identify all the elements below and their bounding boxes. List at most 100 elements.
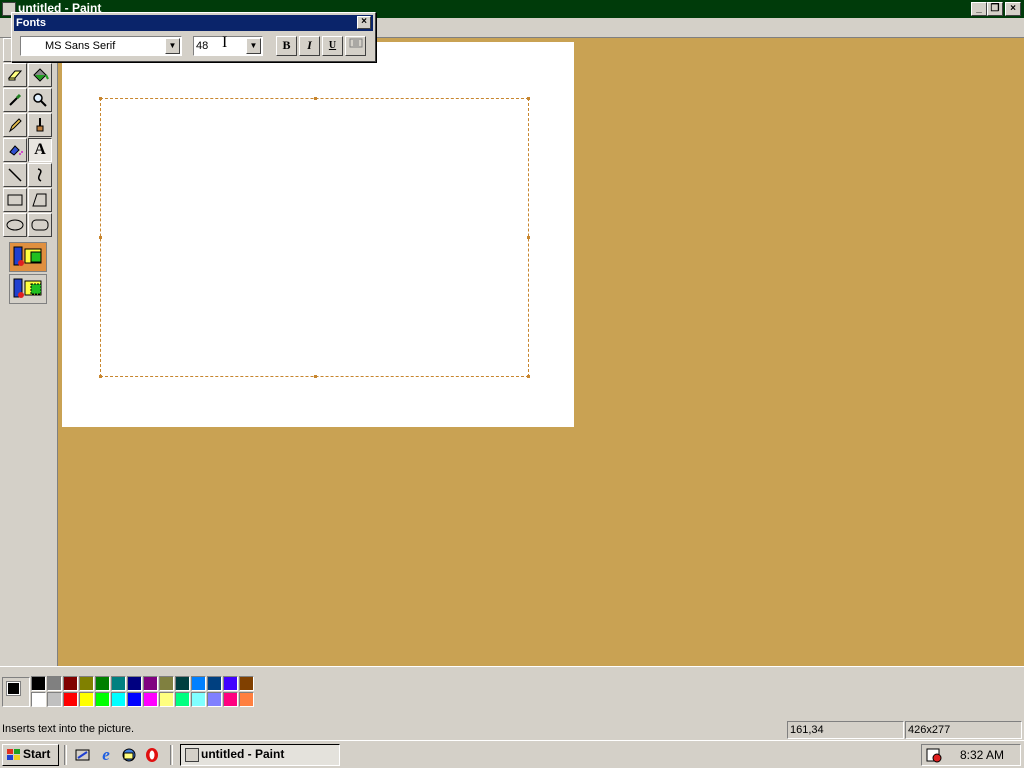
brush-icon bbox=[36, 118, 44, 132]
color-swatch[interactable] bbox=[207, 692, 222, 707]
tool-magnifier[interactable] bbox=[28, 88, 52, 112]
color-swatch[interactable] bbox=[191, 692, 206, 707]
chevron-down-icon: ▼ bbox=[168, 41, 177, 50]
color-swatch[interactable] bbox=[95, 676, 110, 691]
tool-polygon[interactable] bbox=[28, 188, 52, 212]
color-swatch[interactable] bbox=[143, 692, 158, 707]
font-name-dropdown-button[interactable]: ▼ bbox=[165, 38, 180, 54]
color-swatch[interactable] bbox=[143, 676, 158, 691]
curve-icon bbox=[37, 168, 42, 182]
fill-bucket-icon bbox=[33, 68, 49, 82]
start-button[interactable]: Start bbox=[2, 744, 59, 766]
airbrush-icon bbox=[9, 145, 23, 156]
minimize-button[interactable]: _ bbox=[971, 2, 987, 16]
color-swatch[interactable] bbox=[111, 692, 126, 707]
color-swatch[interactable] bbox=[31, 692, 46, 707]
italic-button[interactable]: I bbox=[299, 36, 320, 56]
resize-handle[interactable] bbox=[99, 236, 102, 239]
color-swatch[interactable] bbox=[31, 676, 46, 691]
close-button[interactable]: × bbox=[1005, 2, 1021, 16]
system-tray: 8:32 AM bbox=[921, 744, 1021, 766]
color-swatch[interactable] bbox=[79, 676, 94, 691]
resize-handle[interactable] bbox=[99, 375, 102, 378]
taskbar-divider bbox=[170, 745, 173, 765]
quicklaunch-outlook-express[interactable] bbox=[120, 746, 138, 764]
tool-rounded-rectangle[interactable] bbox=[28, 213, 52, 237]
close-icon: × bbox=[361, 16, 367, 27]
current-colors[interactable] bbox=[2, 677, 30, 707]
resize-handle[interactable] bbox=[314, 97, 317, 100]
fonts-toolbar-titlebar[interactable]: Fonts × bbox=[14, 15, 373, 31]
tool-brush[interactable] bbox=[28, 113, 52, 137]
color-swatch[interactable] bbox=[63, 676, 78, 691]
tool-color-picker[interactable] bbox=[3, 88, 27, 112]
color-swatch[interactable] bbox=[127, 692, 142, 707]
quicklaunch-internet-explorer[interactable]: e bbox=[97, 745, 115, 764]
resize-handle[interactable] bbox=[314, 375, 317, 378]
tool-fill[interactable] bbox=[28, 63, 52, 87]
text-selection-box[interactable] bbox=[100, 98, 529, 377]
tool-rectangle[interactable] bbox=[3, 188, 27, 212]
clock[interactable]: 8:32 AM bbox=[960, 748, 1004, 762]
tool-ellipse[interactable] bbox=[3, 213, 27, 237]
color-swatch[interactable] bbox=[111, 676, 126, 691]
restore-icon: ❐ bbox=[990, 3, 1000, 14]
rectangle-icon bbox=[7, 194, 23, 206]
taskbar-divider bbox=[64, 745, 67, 765]
show-desktop-icon bbox=[75, 749, 90, 761]
taskbar-item-paint[interactable]: untitled - Paint bbox=[180, 744, 340, 766]
color-swatch[interactable] bbox=[223, 676, 238, 691]
option-transparent-background[interactable] bbox=[9, 274, 47, 304]
resize-handle[interactable] bbox=[99, 97, 102, 100]
scheduler-icon[interactable] bbox=[926, 747, 942, 763]
line-icon bbox=[8, 168, 22, 182]
fonts-close-button[interactable]: × bbox=[357, 16, 371, 29]
color-swatch[interactable] bbox=[159, 676, 174, 691]
quicklaunch-show-desktop[interactable] bbox=[74, 746, 92, 764]
color-swatch[interactable] bbox=[47, 692, 62, 707]
tool-line[interactable] bbox=[3, 163, 27, 187]
color-swatch[interactable] bbox=[239, 692, 254, 707]
opera-icon bbox=[146, 748, 158, 762]
underline-button[interactable]: U bbox=[322, 36, 343, 56]
font-size-dropdown-button[interactable]: ▼ bbox=[246, 38, 261, 54]
option-opaque-background[interactable] bbox=[9, 242, 47, 272]
tool-pencil[interactable] bbox=[3, 113, 27, 137]
color-swatch[interactable] bbox=[223, 692, 238, 707]
tool-curve[interactable] bbox=[28, 163, 52, 187]
vertical-text-icon bbox=[349, 38, 362, 48]
color-swatch[interactable] bbox=[175, 676, 190, 691]
font-name-combo[interactable]: MS Sans Serif ▼ bbox=[20, 36, 182, 56]
resize-handle[interactable] bbox=[527, 236, 530, 239]
eraser-icon bbox=[7, 70, 23, 81]
color-swatch[interactable] bbox=[175, 692, 190, 707]
start-label: Start bbox=[23, 747, 51, 761]
font-size-combo[interactable]: 48 I ▼ bbox=[193, 34, 263, 56]
color-swatch[interactable] bbox=[127, 676, 142, 691]
color-swatch[interactable] bbox=[191, 676, 206, 691]
paint-app-icon bbox=[185, 748, 199, 762]
color-swatch[interactable] bbox=[47, 676, 62, 691]
tool-text[interactable]: A bbox=[28, 138, 52, 162]
color-swatch[interactable] bbox=[63, 692, 78, 707]
restore-button[interactable]: ❐ bbox=[987, 2, 1003, 16]
tool-panel: A bbox=[0, 38, 58, 666]
quicklaunch-opera[interactable] bbox=[143, 746, 161, 764]
drawing-canvas[interactable] bbox=[62, 42, 574, 427]
resize-handle[interactable] bbox=[527, 97, 530, 100]
status-selection-size: 426x277 bbox=[905, 721, 1022, 739]
color-swatch[interactable] bbox=[239, 676, 254, 691]
tool-airbrush[interactable] bbox=[3, 138, 27, 162]
vertical-text-button[interactable] bbox=[345, 36, 366, 56]
color-swatch[interactable] bbox=[159, 692, 174, 707]
fonts-toolbar[interactable]: Fonts × MS Sans Serif ▼ 48 I ▼ B I U bbox=[11, 12, 376, 62]
resize-handle[interactable] bbox=[527, 375, 530, 378]
color-swatch[interactable] bbox=[95, 692, 110, 707]
minimize-icon: _ bbox=[976, 3, 982, 14]
taskbar-item-label: untitled - Paint bbox=[201, 747, 285, 761]
color-swatch[interactable] bbox=[79, 692, 94, 707]
tool-eraser[interactable] bbox=[3, 63, 27, 87]
color-swatch[interactable] bbox=[207, 676, 222, 691]
ellipse-icon bbox=[6, 219, 24, 231]
bold-button[interactable]: B bbox=[276, 36, 297, 56]
